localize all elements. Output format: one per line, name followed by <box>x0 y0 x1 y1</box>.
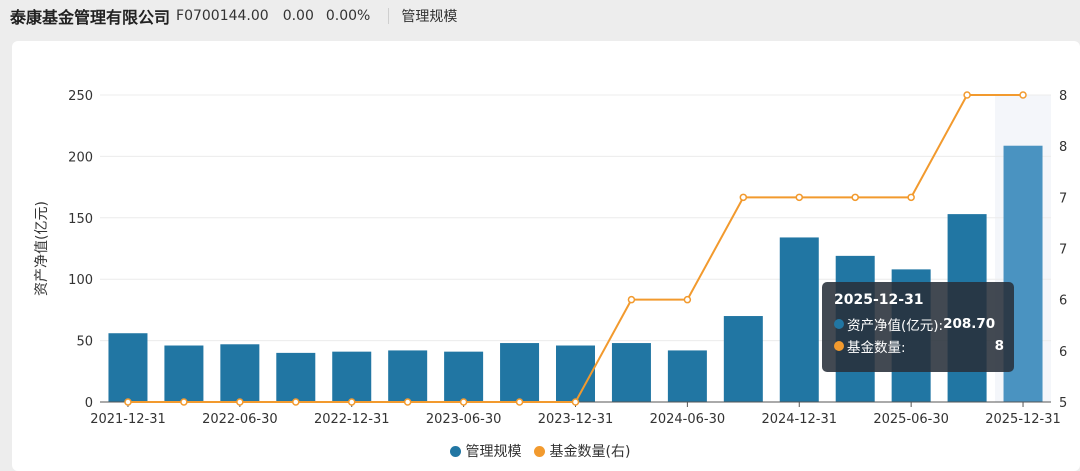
combo-chart[interactable]: 0 50 100 150 200 250 5 6 6 7 7 8 8 资产净值(亿元) 2021-12-31… <box>0 0 1080 463</box>
tooltip-row-nav: 资产净值(亿元): 208.70 <box>834 313 1004 335</box>
tooltip-count-label: 基金数量: <box>847 340 906 356</box>
legend-item-bar[interactable]: 管理规模 <box>449 441 522 461</box>
x-tick-label: 2025-06-30 <box>873 412 949 427</box>
tooltip-nav-value: 208.70 <box>943 316 996 332</box>
x-tick-label: 2024-12-31 <box>761 412 837 427</box>
bar <box>332 351 372 402</box>
bar <box>779 237 819 402</box>
y-tick-label: 0 <box>85 396 93 411</box>
bar <box>556 345 595 402</box>
bar <box>276 352 316 402</box>
legend-line-label: 基金数量(右) <box>549 444 631 460</box>
y-tick-label: 100 <box>68 273 93 288</box>
chart-legend: 管理规模 基金数量(右) <box>0 441 1080 461</box>
tooltip-title: 2025-12-31 <box>834 292 924 308</box>
line-point <box>963 91 971 99</box>
bar <box>164 345 204 402</box>
legend-line-dot <box>533 445 545 457</box>
bar <box>611 343 651 402</box>
x-tick-label: 2025-12-31 <box>985 412 1061 427</box>
y2-tick-label: 8 <box>1059 140 1067 155</box>
y2-tick-label: 8 <box>1059 89 1067 104</box>
bar <box>723 316 763 402</box>
bar <box>108 333 148 402</box>
y2-tick-label: 6 <box>1059 345 1067 360</box>
tooltip-row-count: 基金数量: 8 <box>834 335 1004 357</box>
line-point <box>683 295 692 304</box>
line-point <box>515 398 524 406</box>
y-tick-label: 200 <box>68 150 93 165</box>
line-point <box>180 398 188 406</box>
y-axis-title: 资产净值(亿元) <box>34 201 50 296</box>
x-tick-label: 2023-12-31 <box>538 412 614 427</box>
chart-tooltip: 2025-12-31 资产净值(亿元): 208.70 基金数量: 8 <box>822 282 1014 372</box>
tooltip-nav-dot <box>834 319 844 329</box>
legend-item-line[interactable]: 基金数量(右) <box>533 441 631 461</box>
tooltip-nav-label: 资产净值(亿元): <box>847 318 944 334</box>
line-point <box>403 398 412 406</box>
x-tick-label: 2022-12-31 <box>314 412 390 427</box>
line-point <box>795 193 804 202</box>
y2-tick-label: 5 <box>1059 396 1067 411</box>
legend-bar-dot <box>449 445 461 457</box>
bar <box>500 343 540 402</box>
x-tick-label: 2024-06-30 <box>650 412 726 427</box>
line-point <box>124 398 132 406</box>
x-tick-label: 2023-06-30 <box>426 412 502 427</box>
tooltip-count-value: 8 <box>994 338 1004 354</box>
line-point <box>627 295 636 304</box>
line-point <box>851 193 859 202</box>
line-point <box>292 398 300 406</box>
x-tick-label: 2021-12-31 <box>90 412 166 427</box>
y-tick-label: 250 <box>68 89 93 104</box>
tooltip-count-dot <box>834 341 844 351</box>
line-point <box>1019 91 1027 99</box>
line-point <box>347 398 356 406</box>
bar <box>444 351 484 402</box>
y2-tick-label: 7 <box>1059 191 1067 206</box>
y-tick-label: 50 <box>76 335 93 350</box>
x-tick-label: 2022-06-30 <box>202 412 278 427</box>
line-point <box>236 398 244 406</box>
line-point <box>739 193 748 202</box>
line-point <box>571 398 580 406</box>
legend-bar-label: 管理规模 <box>465 444 522 460</box>
y2-tick-label: 7 <box>1059 243 1067 258</box>
bar <box>667 350 707 402</box>
line-point <box>907 193 915 202</box>
bar <box>220 344 260 402</box>
line-point <box>459 398 468 406</box>
bar <box>388 350 428 402</box>
y-tick-label: 150 <box>68 212 93 227</box>
y2-tick-label: 6 <box>1059 294 1067 309</box>
